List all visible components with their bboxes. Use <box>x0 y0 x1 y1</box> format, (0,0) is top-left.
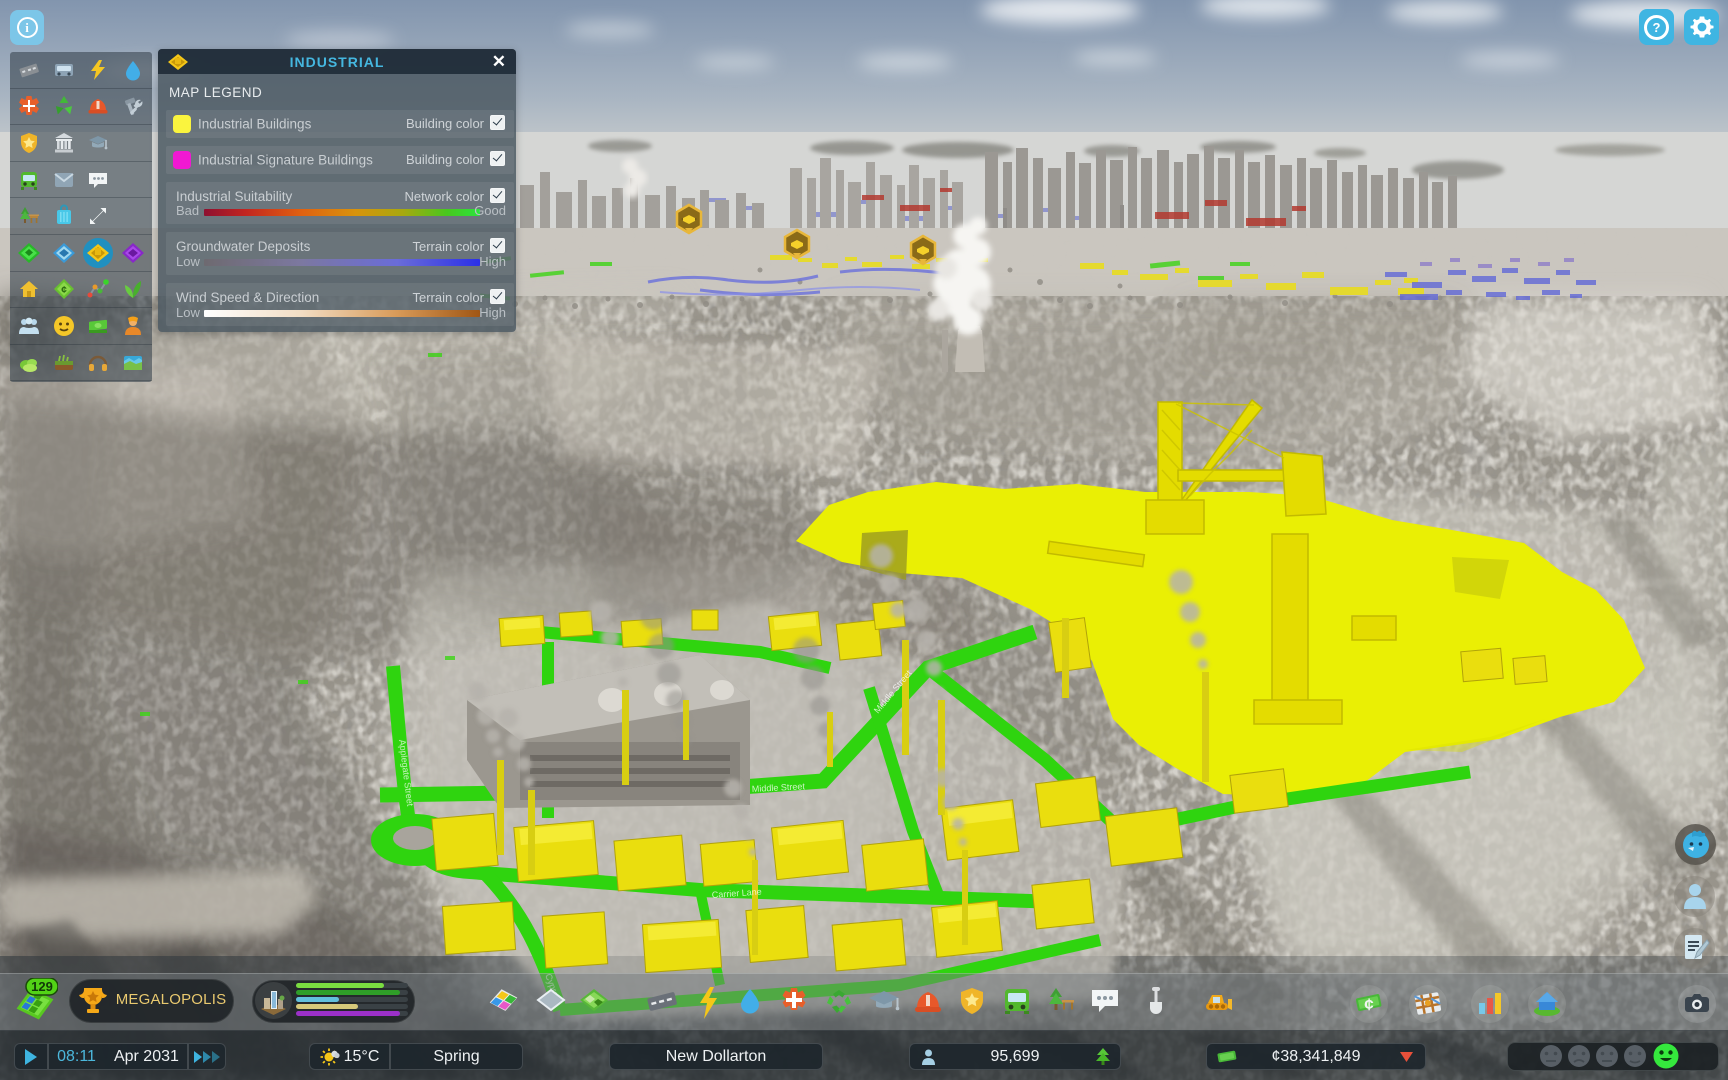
svg-text:¢: ¢ <box>61 285 67 296</box>
svg-text:¢: ¢ <box>1364 995 1374 1014</box>
svg-text:129: 129 <box>31 979 53 994</box>
